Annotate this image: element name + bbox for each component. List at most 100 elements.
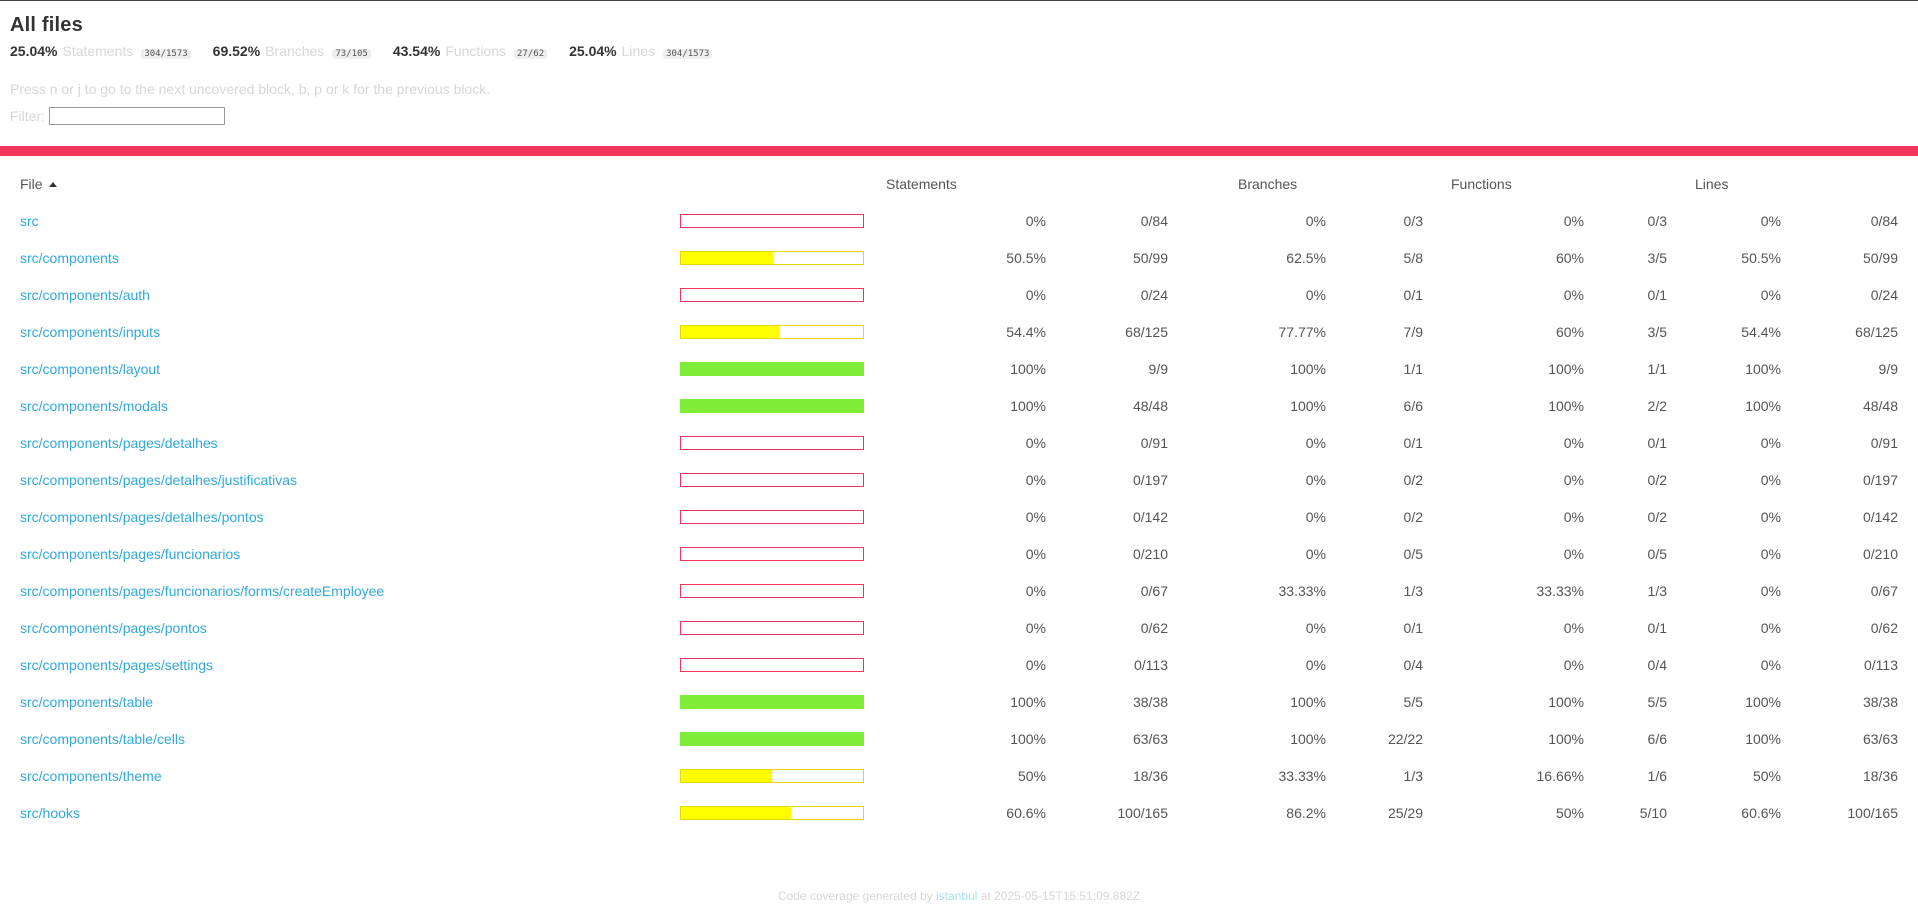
functions-pct: 0% [1563,656,1584,673]
file-link[interactable]: src/components/pages/settings [20,657,213,673]
branches-column-header[interactable]: Branches [1178,166,1336,202]
functions-pct: 16.66% [1536,767,1584,784]
file-link[interactable]: src/components/pages/pontos [20,620,207,636]
functions-fraction: 0/1 [1647,286,1667,303]
file-link[interactable]: src/components/pages/funcionarios [20,546,240,562]
statements-pct: 0% [1025,656,1046,673]
file-link[interactable]: src/components/modals [20,398,168,414]
statements-pct: 50% [1017,767,1046,784]
functions-fraction: 2/2 [1647,397,1667,414]
filter-row: Filter: [10,103,1908,129]
coverage-bar [680,287,864,302]
statements-fraction: 0/84 [1140,212,1168,229]
file-link[interactable]: src/components/pages/detalhes [20,435,218,451]
functions-fraction: 1/6 [1647,767,1667,784]
file-link[interactable]: src/hooks [20,805,80,821]
file-link[interactable]: src/components/pages/detalhes/pontos [20,509,264,525]
table-row: src/components/theme 50% 18/36 33.33% 1/3 16.… [10,757,1908,794]
file-link[interactable]: src/components/pages/funcionarios/forms/… [20,583,384,599]
coverage-bar-fill [681,769,772,782]
statements-column-header[interactable]: Statements [866,166,1056,202]
file-cell: src [10,202,670,239]
functions-pct: 100% [1548,693,1584,710]
coverage-table: File Statements Branches Functions Lines… [10,166,1908,831]
file-cell: src/components/pages/detalhes/justificat… [10,461,670,498]
functions-pct: 0% [1563,619,1584,636]
file-cell: src/hooks [10,794,670,831]
file-column-header[interactable]: File [10,166,670,202]
statements-fraction: 18/36 [1132,767,1168,784]
lines-pct: 0% [1760,212,1781,229]
lines-pct: 0% [1760,582,1781,599]
functions-pct: 100% [1548,360,1584,377]
file-link[interactable]: src/components/inputs [20,324,160,340]
filter-input[interactable] [49,107,225,125]
coverage-bar-header [670,166,866,202]
statements-fraction: 68/125 [1125,323,1168,340]
file-link[interactable]: src/components/table/cells [20,731,185,747]
file-cell: src/components/theme [10,757,670,794]
coverage-bar-fill [681,362,863,375]
branches-pct: 0% [1305,286,1326,303]
file-link[interactable]: src/components/pages/detalhes/justificat… [20,472,297,488]
lines-pct: 100% [1745,360,1781,377]
lines-pct: 0% [1760,471,1781,488]
lines-fraction: 0/197 [1862,471,1898,488]
statements-fraction: 0/142 [1132,508,1168,525]
file-link[interactable]: src/components/theme [20,768,162,784]
footer-timestamp: at 2025-05-15T15:51:09.882Z [980,889,1141,903]
file-header-label: File [20,176,43,192]
functions-pct: 33.33% [1536,582,1584,599]
file-link[interactable]: src/components/auth [20,287,150,303]
lines-pct: 0% [1760,508,1781,525]
table-row: src/components/table/cells 100% 63/63 100% 2… [10,720,1908,757]
coverage-bar-cell [670,498,866,535]
functions-pct: 0% [1563,434,1584,451]
statements-pct: 0% [1025,582,1046,599]
summary-label: Statements [62,43,134,59]
summary-functions: 43.54% Functions 27/62 [393,43,548,59]
keyboard-hint: Press n or j to go to the next uncovered… [10,81,491,97]
coverage-bar-fill [681,732,863,745]
coverage-bar-fill [681,399,863,412]
table-row: src/components/inputs 54.4% 68/125 77.77% 7/… [10,313,1908,350]
functions-fraction: 1/3 [1647,582,1667,599]
branches-pct: 100% [1290,397,1326,414]
branches-pct: 0% [1305,434,1326,451]
summary-statements: 25.04% Statements 304/1573 [10,43,191,59]
coverage-bar [680,768,864,783]
lines-column-header[interactable]: Lines [1677,166,1791,202]
lines-header-label: Lines [1695,176,1729,192]
file-cell: src/components [10,239,670,276]
statements-pct: 100% [1010,730,1046,747]
istanbul-link[interactable]: istanbul [936,889,977,903]
file-link[interactable]: src [20,213,39,229]
table-row: src/components/table 100% 38/38 100% 5/5 100%… [10,683,1908,720]
coverage-bar-cell [670,313,866,350]
lines-fraction: 0/142 [1862,508,1898,525]
branches-pct: 0% [1305,471,1326,488]
coverage-bar-cell [670,350,866,387]
lines-pct: 50% [1752,767,1781,784]
coverage-bar [680,213,864,228]
lines-pct: 60.6% [1741,804,1781,821]
branches-fraction-header [1336,166,1433,202]
lines-fraction: 0/210 [1862,545,1898,562]
branches-fraction: 22/22 [1387,730,1423,747]
lines-fraction: 0/84 [1870,212,1898,229]
file-link[interactable]: src/components/table [20,694,153,710]
branches-pct: 100% [1290,693,1326,710]
functions-fraction: 0/4 [1647,656,1667,673]
lines-fraction: 50/99 [1862,249,1898,266]
table-row: src/components/pages/detalhes/justificat… [10,461,1908,498]
functions-column-header[interactable]: Functions [1433,166,1594,202]
file-link[interactable]: src/components/layout [20,361,160,377]
table-row: src/components/auth 0% 0/24 0% 0/1 0% 0/1 0% 0/2… [10,276,1908,313]
statements-pct: 100% [1010,397,1046,414]
lines-fraction: 0/24 [1870,286,1898,303]
file-link[interactable]: src/components [20,250,119,266]
footer: Code coverage generated by istanbul at 2… [0,889,1918,903]
lines-pct: 0% [1760,545,1781,562]
coverage-status-line [0,146,1918,156]
lines-pct: 0% [1760,434,1781,451]
